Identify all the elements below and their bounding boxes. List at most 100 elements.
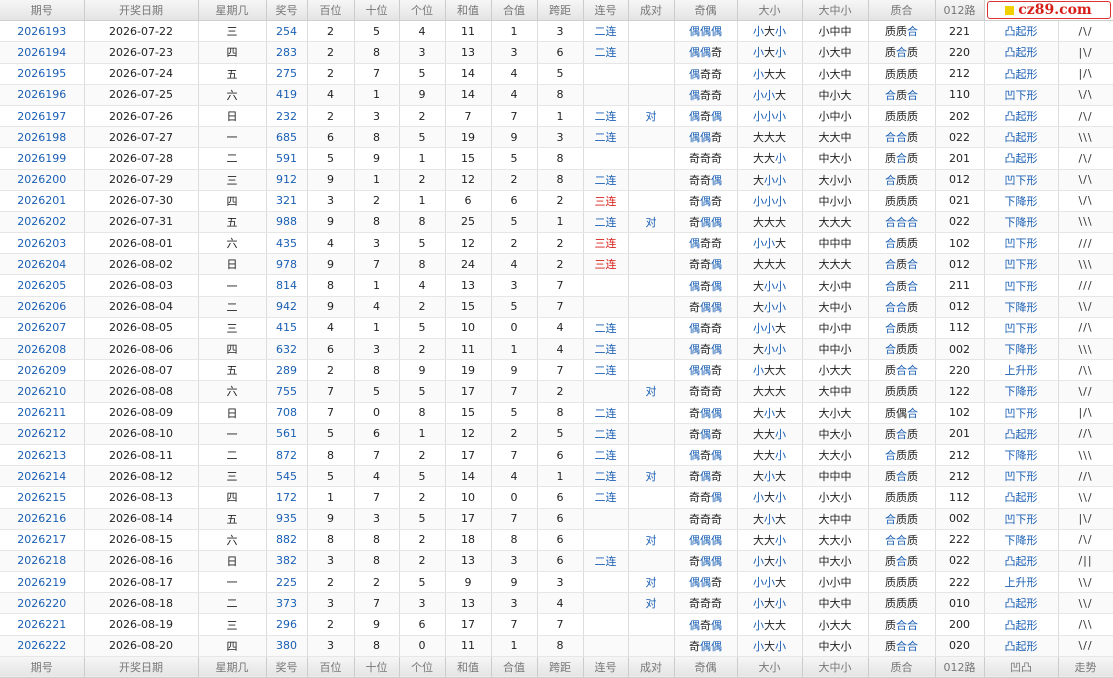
cell-draw-number: 632 [266, 338, 308, 361]
cell-prime-composite: 质偶合 [868, 402, 936, 424]
cell-issue[interactable]: 2026207 [0, 317, 85, 340]
cell-pair [628, 508, 675, 530]
cell-issue[interactable]: 2026208 [0, 338, 85, 361]
cell-issue[interactable]: 2026194 [0, 41, 85, 64]
cell-sum-tail: 2 [491, 169, 538, 191]
cell-units: 1 [399, 147, 446, 170]
cell-issue[interactable]: 2026220 [0, 592, 85, 615]
cell-issue[interactable]: 2026216 [0, 508, 85, 530]
cell-prime-composite: 质合质 [868, 465, 936, 488]
cell-span: 1 [537, 465, 584, 488]
cell-big-mid-small: 中小大 [802, 84, 869, 106]
cell-draw-number: 289 [266, 359, 308, 382]
cell-route-012: 202 [935, 105, 985, 128]
cell-big-mid-small: 大中中 [802, 380, 869, 403]
table-row: 2026197 2026-07-26 日 232 2 3 2 7 7 1 二连对偶奇偶 小小小 小中小质… [0, 105, 1113, 128]
cell-issue[interactable]: 2026195 [0, 63, 85, 85]
footer-sum-tail: 合值 [491, 656, 538, 678]
cell-issue[interactable]: 2026209 [0, 359, 85, 382]
cell-issue[interactable]: 2026213 [0, 444, 85, 467]
cell-route-012: 212 [935, 444, 985, 467]
cell-draw-number: 755 [266, 380, 308, 403]
cell-tens: 8 [354, 529, 400, 551]
cell-issue[interactable]: 2026219 [0, 571, 85, 594]
cell-pair [628, 190, 675, 212]
cell-draw-number: 296 [266, 613, 308, 636]
cell-issue[interactable]: 2026203 [0, 232, 85, 255]
header-big-mid-small: 大中小 [802, 0, 869, 22]
cell-issue[interactable]: 2026211 [0, 402, 85, 424]
table-row: 2026214 2026-08-12 三 545 5 4 5 14 4 1 二连对奇偶奇 大小大 中中中… [0, 465, 1113, 488]
cell-big-small: 小大小 [737, 486, 803, 509]
cell-consecutive: 二连 [583, 423, 629, 445]
cell-big-small: 小小大 [737, 232, 803, 255]
cell-weekday: 六 [198, 232, 267, 255]
cell-sum-tail: 4 [491, 465, 538, 488]
cell-route-012: 201 [935, 423, 985, 445]
cell-pair [628, 147, 675, 170]
cell-hundreds: 2 [307, 613, 355, 636]
cell-big-mid-small: 中大小 [802, 423, 869, 445]
cell-units: 2 [399, 296, 446, 318]
cell-route-012: 022 [935, 550, 985, 573]
cell-sum-tail: 9 [491, 359, 538, 382]
cell-issue[interactable]: 2026198 [0, 126, 85, 149]
cell-hundreds: 9 [307, 296, 355, 318]
cell-hundreds: 8 [307, 529, 355, 551]
cell-hundreds: 2 [307, 359, 355, 382]
header-tens: 十位 [354, 0, 400, 22]
cell-consecutive: 二连 [583, 338, 629, 361]
cell-issue[interactable]: 2026193 [0, 20, 85, 43]
cell-issue[interactable]: 2026221 [0, 613, 85, 636]
header-units: 个位 [399, 0, 446, 22]
cell-span: 1 [537, 105, 584, 128]
cell-issue[interactable]: 2026197 [0, 105, 85, 128]
cell-big-small: 小大大 [737, 359, 803, 382]
cell-date: 2026-07-26 [84, 105, 199, 128]
cell-issue[interactable]: 2026215 [0, 486, 85, 509]
cell-sum: 14 [445, 465, 492, 488]
cell-issue[interactable]: 2026217 [0, 529, 85, 551]
cell-sum: 15 [445, 402, 492, 424]
cell-units: 2 [399, 486, 446, 509]
cell-issue[interactable]: 2026201 [0, 190, 85, 212]
cell-hundreds: 4 [307, 84, 355, 106]
cell-big-small: 小小大 [737, 84, 803, 106]
cell-issue[interactable]: 2026196 [0, 84, 85, 106]
cell-prime-composite: 合质合 [868, 274, 936, 297]
cell-big-mid-small: 大中小 [802, 296, 869, 318]
cell-issue[interactable]: 2026212 [0, 423, 85, 445]
site-logo: cz89.com [984, 0, 1113, 22]
cell-tens: 8 [354, 211, 400, 234]
cell-big-small: 大小小 [737, 274, 803, 297]
cell-issue[interactable]: 2026206 [0, 296, 85, 318]
cell-sum-tail: 5 [491, 211, 538, 234]
cell-issue[interactable]: 2026204 [0, 253, 85, 276]
cell-issue[interactable]: 2026199 [0, 147, 85, 170]
cell-prime-composite: 合质质 [868, 169, 936, 191]
logo-box[interactable]: cz89.com [986, 1, 1111, 20]
cell-span: 4 [537, 338, 584, 361]
cell-issue[interactable]: 2026202 [0, 211, 85, 234]
cell-shape: 凸起形 [984, 126, 1059, 149]
cell-units: 1 [399, 190, 446, 212]
cell-odd-even: 奇偶奇 [674, 423, 738, 445]
table-row: 2026220 2026-08-18 二 373 3 7 3 13 3 4 对奇奇奇 小大小 中大中 质质… [0, 592, 1113, 615]
cell-issue[interactable]: 2026200 [0, 169, 85, 191]
cell-weekday: 六 [198, 529, 267, 551]
cell-issue[interactable]: 2026214 [0, 465, 85, 488]
cell-issue[interactable]: 2026218 [0, 550, 85, 573]
cell-sum: 12 [445, 423, 492, 445]
cell-pair [628, 550, 675, 573]
cell-date: 2026-08-04 [84, 296, 199, 318]
cell-shape: 凹下形 [984, 253, 1059, 276]
cell-issue[interactable]: 2026205 [0, 274, 85, 297]
footer-tens: 十位 [354, 656, 400, 678]
cell-prime-composite: 合质质 [868, 508, 936, 530]
cell-date: 2026-08-13 [84, 486, 199, 509]
cell-shape: 凸起形 [984, 105, 1059, 128]
cell-issue[interactable]: 2026210 [0, 380, 85, 403]
cell-tens: 8 [354, 359, 400, 382]
cell-odd-even: 奇奇偶 [674, 169, 738, 191]
cell-odd-even: 奇偶奇 [674, 190, 738, 212]
